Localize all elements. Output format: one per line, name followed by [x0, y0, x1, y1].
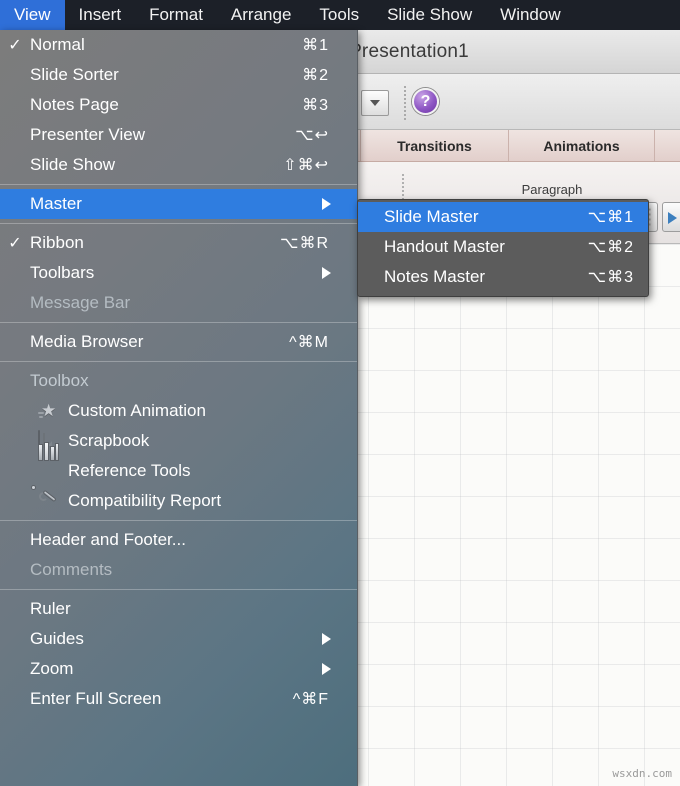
menu-item-comments: Comments	[0, 555, 357, 585]
menu-item-label: Toolbars	[30, 263, 95, 282]
menubar-item-format[interactable]: Format	[135, 0, 217, 30]
menu-item-slide-show[interactable]: Slide Show ⇧⌘↩	[0, 150, 357, 180]
menu-item-label: Notes Page	[30, 95, 119, 114]
submenu-item-shortcut: ⌥⌘3	[587, 269, 634, 286]
menu-item-label: Media Browser	[30, 332, 144, 351]
menu-separator	[0, 520, 357, 521]
menu-item-shortcut: ^⌘M	[289, 334, 329, 351]
watermark-text: wsxdn.com	[612, 767, 672, 780]
menu-item-label: Zoom	[30, 659, 74, 678]
arrow-right-icon	[668, 212, 677, 224]
submenu-item-handout-master[interactable]: Handout Master ⌥⌘2	[358, 232, 648, 262]
master-submenu: Slide Master ⌥⌘1 Handout Master ⌥⌘2 Note…	[357, 199, 649, 297]
menu-item-slide-sorter[interactable]: Slide Sorter ⌘2	[0, 60, 357, 90]
tab-overflow[interactable]	[655, 130, 680, 161]
chevron-right-icon	[322, 198, 331, 210]
menu-separator	[0, 223, 357, 224]
reference-tools-icon	[38, 442, 60, 481]
view-dropdown-menu: ✓ Normal ⌘1 Slide Sorter ⌘2 Notes Page ⌘…	[0, 30, 358, 786]
menu-item-media-browser[interactable]: Media Browser ^⌘M	[0, 327, 357, 357]
menu-item-label: Compatibility Report	[68, 491, 222, 510]
mac-menu-bar: View Insert Format Arrange Tools Slide S…	[0, 0, 680, 30]
menu-item-label: Guides	[30, 629, 84, 648]
menu-item-ribbon[interactable]: ✓ Ribbon ⌥⌘R	[0, 228, 357, 258]
menubar-item-tools[interactable]: Tools	[305, 0, 373, 30]
menu-item-shortcut: ⌘3	[302, 97, 329, 114]
screenshot-root: Presentation1 ? Transitions Animations P…	[0, 0, 680, 786]
submenu-item-label: Handout Master	[384, 237, 505, 256]
tab-transitions[interactable]: Transitions	[361, 130, 509, 161]
menu-item-label: Master	[30, 194, 82, 213]
chevron-right-icon	[322, 663, 331, 675]
menu-item-label: Custom Animation	[68, 401, 206, 420]
help-button[interactable]: ?	[412, 88, 439, 115]
menu-item-shortcut: ⌘2	[302, 67, 329, 84]
menu-item-ruler[interactable]: Ruler	[0, 594, 357, 624]
menu-item-label: Header and Footer...	[30, 530, 186, 549]
menu-item-label: Reference Tools	[68, 461, 191, 480]
menu-separator	[0, 361, 357, 362]
menu-item-label: Normal	[30, 35, 85, 54]
wrench-bolt	[31, 485, 36, 490]
checkmark-icon: ✓	[8, 235, 22, 252]
menu-item-shortcut: ^⌘F	[292, 691, 329, 708]
menu-item-label: Message Bar	[30, 293, 131, 312]
menu-item-shortcut: ⌥⌘R	[280, 235, 329, 252]
menu-item-label: Slide Show	[30, 155, 116, 174]
menu-separator	[0, 322, 357, 323]
menu-item-master[interactable]: Master	[0, 189, 357, 219]
menu-item-custom-animation[interactable]: ★ Custom Animation	[0, 396, 357, 426]
menu-item-shortcut: ⌘1	[302, 37, 329, 54]
menu-item-label: Presenter View	[30, 125, 145, 144]
menu-item-label: Ruler	[30, 599, 71, 618]
menu-section-label: Toolbox	[30, 371, 89, 390]
increase-indent-button[interactable]	[662, 202, 680, 232]
tab-animations[interactable]: Animations	[509, 130, 655, 161]
submenu-item-shortcut: ⌥⌘2	[587, 239, 634, 256]
menubar-item-slide-show[interactable]: Slide Show	[373, 0, 486, 30]
chevron-right-icon	[322, 633, 331, 645]
menu-item-label: Enter Full Screen	[30, 689, 162, 708]
menu-item-label: Slide Sorter	[30, 65, 119, 84]
menubar-item-window[interactable]: Window	[486, 0, 574, 30]
menu-section-header-toolbox: Toolbox	[0, 366, 357, 396]
menu-item-shortcut: ⇧⌘↩	[283, 157, 329, 174]
checkmark-icon: ✓	[8, 37, 22, 54]
menu-separator	[0, 589, 357, 590]
menubar-item-arrange[interactable]: Arrange	[217, 0, 305, 30]
toolbar-separator-dots	[404, 86, 406, 120]
menu-item-reference-tools[interactable]: Reference Tools	[0, 442, 357, 486]
menu-item-shortcut: ⌥↩	[295, 127, 329, 144]
menu-item-guides[interactable]: Guides	[0, 624, 357, 654]
menu-item-toolbars[interactable]: Toolbars	[0, 258, 357, 288]
menu-item-label: Scrapbook	[68, 431, 150, 450]
menu-item-zoom[interactable]: Zoom	[0, 654, 357, 684]
menu-separator	[0, 184, 357, 185]
menu-item-header-and-footer[interactable]: Header and Footer...	[0, 525, 357, 555]
wrench-icon	[31, 485, 60, 511]
menu-item-message-bar: Message Bar	[0, 288, 357, 318]
menu-item-presenter-view[interactable]: Presenter View ⌥↩	[0, 120, 357, 150]
menubar-item-insert[interactable]: Insert	[65, 0, 136, 30]
toolbar-dropdown-button[interactable]	[361, 90, 389, 116]
menu-item-compatibility-report[interactable]: Compatibility Report	[0, 485, 357, 516]
chevron-down-icon	[370, 100, 380, 106]
submenu-item-shortcut: ⌥⌘1	[587, 209, 634, 226]
menu-item-label: Ribbon	[30, 233, 84, 252]
menubar-item-view[interactable]: View	[0, 0, 65, 30]
star-icon: ★	[38, 401, 60, 421]
menu-item-notes-page[interactable]: Notes Page ⌘3	[0, 90, 357, 120]
ribbon-group-label-paragraph: Paragraph	[521, 182, 583, 197]
menu-item-normal[interactable]: ✓ Normal ⌘1	[0, 30, 357, 60]
menu-item-label: Comments	[30, 560, 113, 579]
chevron-right-icon	[322, 267, 331, 279]
document-title: Presentation1	[349, 40, 469, 62]
star-glyph: ★	[41, 401, 57, 420]
menu-item-enter-full-screen[interactable]: Enter Full Screen ^⌘F	[0, 684, 357, 714]
submenu-item-label: Slide Master	[384, 207, 479, 226]
submenu-item-notes-master[interactable]: Notes Master ⌥⌘3	[358, 262, 648, 292]
submenu-item-label: Notes Master	[384, 267, 486, 286]
submenu-item-slide-master[interactable]: Slide Master ⌥⌘1	[358, 202, 648, 232]
